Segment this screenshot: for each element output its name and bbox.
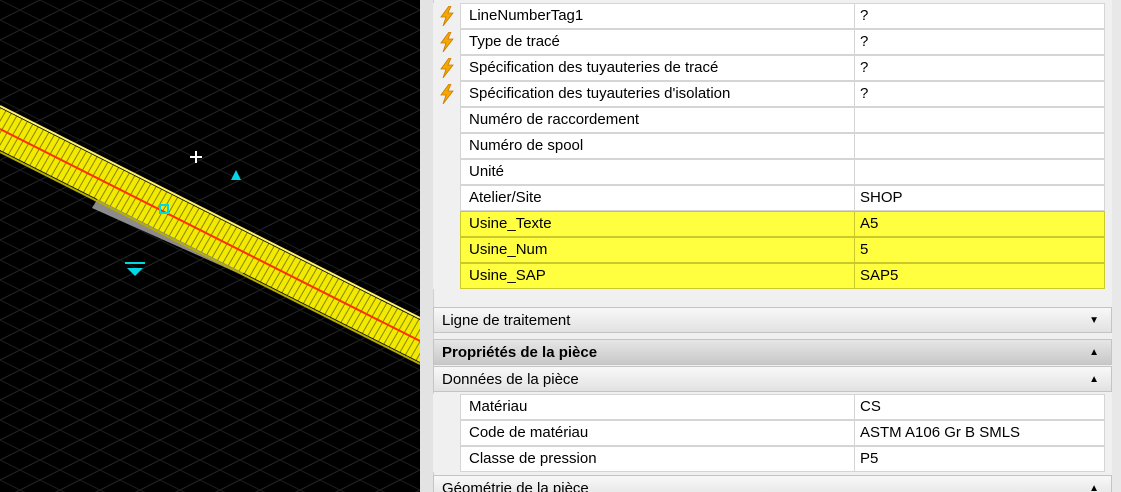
property-name: Classe de pression xyxy=(460,446,855,472)
property-row[interactable]: Type de tracé? xyxy=(433,29,1112,55)
property-name: Code de matériau xyxy=(460,420,855,446)
row-icon-cell xyxy=(433,394,460,420)
property-name: Unité xyxy=(460,159,855,185)
section-geometrie-de-la-piece[interactable]: Géométrie de la pièce ▲ xyxy=(433,475,1112,492)
property-row[interactable]: Numéro de raccordement xyxy=(433,107,1112,133)
triangle-up-icon[interactable]: ▲ xyxy=(1089,476,1099,492)
lightning-icon xyxy=(439,84,454,104)
property-value[interactable]: ASTM A106 Gr B SMLS xyxy=(855,420,1105,446)
property-name: Atelier/Site xyxy=(460,185,855,211)
row-icon-cell xyxy=(433,29,460,55)
property-name: Type de tracé xyxy=(460,29,855,55)
model-viewport[interactable] xyxy=(0,0,420,492)
property-value[interactable]: P5 xyxy=(855,446,1105,472)
property-value[interactable]: ? xyxy=(855,3,1105,29)
property-row[interactable]: Code de matériau ASTM A106 Gr B SMLS xyxy=(433,420,1112,446)
section-label: Géométrie de la pièce xyxy=(442,480,589,492)
section-label: Propriétés de la pièce xyxy=(442,344,598,361)
row-icon-cell xyxy=(433,81,460,107)
property-value[interactable] xyxy=(855,159,1105,185)
property-row[interactable]: Spécification des tuyauteries de tracé? xyxy=(433,55,1112,81)
triangle-down-icon[interactable]: ▼ xyxy=(1089,308,1099,334)
property-value[interactable]: ? xyxy=(855,81,1105,107)
row-icon-cell xyxy=(433,133,460,159)
row-icon-cell xyxy=(433,237,460,263)
property-row[interactable]: LineNumberTag1? xyxy=(433,3,1112,29)
property-name: Usine_Texte xyxy=(460,211,855,237)
property-value[interactable]: CS xyxy=(855,394,1105,420)
property-name: LineNumberTag1 xyxy=(460,3,855,29)
property-value[interactable]: SHOP xyxy=(855,185,1105,211)
row-icon-cell xyxy=(433,55,460,81)
row-icon-cell xyxy=(433,446,460,472)
section-proprietes-de-la-piece[interactable]: Propriétés de la pièce ▲ xyxy=(433,339,1112,365)
property-value[interactable] xyxy=(855,133,1105,159)
properties-palette: LineNumberTag1? Type de tracé? Spécificati… xyxy=(420,0,1121,492)
row-icon-cell xyxy=(433,263,460,289)
viewport-canvas[interactable] xyxy=(0,0,420,492)
property-row[interactable]: Unité xyxy=(433,159,1112,185)
section-label: Données de la pièce xyxy=(442,371,579,388)
row-icon-cell xyxy=(433,420,460,446)
palette-scroll-strip[interactable] xyxy=(1112,0,1121,492)
property-value[interactable]: 5 xyxy=(855,237,1105,263)
property-row[interactable]: Matériau CS xyxy=(433,394,1112,420)
property-row[interactable]: Numéro de spool xyxy=(433,133,1112,159)
triangle-up-icon[interactable]: ▲ xyxy=(1089,367,1099,393)
section-label: Ligne de traitement xyxy=(442,312,571,329)
property-name: Matériau xyxy=(460,394,855,420)
property-row[interactable]: Spécification des tuyauteries d'isolatio… xyxy=(433,81,1112,107)
property-name: Usine_SAP xyxy=(460,263,855,289)
property-value[interactable]: ? xyxy=(855,55,1105,81)
property-name: Spécification des tuyauteries d'isolatio… xyxy=(460,81,855,107)
property-value[interactable]: A5 xyxy=(855,211,1105,237)
property-name: Spécification des tuyauteries de tracé xyxy=(460,55,855,81)
property-row[interactable]: Usine_Num 5 xyxy=(433,237,1112,263)
property-value[interactable] xyxy=(855,107,1105,133)
section-donnees-de-la-piece[interactable]: Données de la pièce ▲ xyxy=(433,366,1112,392)
property-value[interactable]: SAP5 xyxy=(855,263,1105,289)
property-name: Numéro de raccordement xyxy=(460,107,855,133)
lightning-icon xyxy=(439,32,454,52)
property-name: Numéro de spool xyxy=(460,133,855,159)
property-value[interactable]: ? xyxy=(855,29,1105,55)
row-icon-cell xyxy=(433,107,460,133)
property-row[interactable]: Classe de pression P5 xyxy=(433,446,1112,472)
row-icon-cell xyxy=(433,211,460,237)
section-ligne-de-traitement[interactable]: Ligne de traitement ▼ xyxy=(433,307,1112,333)
property-row[interactable]: Atelier/Site SHOP xyxy=(433,185,1112,211)
property-name: Usine_Num xyxy=(460,237,855,263)
triangle-up-icon[interactable]: ▲ xyxy=(1089,340,1099,366)
lightning-icon xyxy=(439,6,454,26)
property-row[interactable]: Usine_SAP SAP5 xyxy=(433,263,1112,289)
row-icon-cell xyxy=(433,3,460,29)
row-icon-cell xyxy=(433,159,460,185)
palette-side-strip xyxy=(420,0,434,492)
property-row[interactable]: Usine_Texte A5 xyxy=(433,211,1112,237)
row-icon-cell xyxy=(433,185,460,211)
lightning-icon xyxy=(439,58,454,78)
